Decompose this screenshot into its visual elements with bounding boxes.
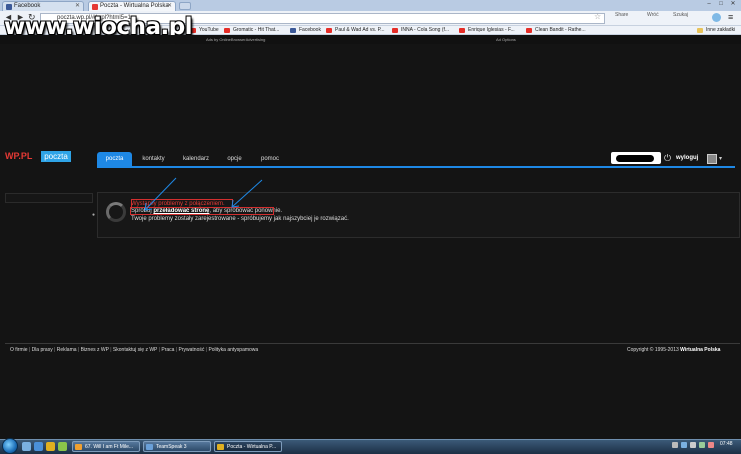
taskbar-label: TeamSpeak 3 xyxy=(156,444,187,450)
taskbar-button-chrome[interactable]: Poczta - Wirtualna P... xyxy=(214,441,282,452)
footer-links: O firmieDla prasyReklamaBiznes z WPSkont… xyxy=(10,347,258,353)
tray-icon[interactable] xyxy=(699,442,705,448)
annotation-arrow-1 xyxy=(144,177,177,211)
footer-link[interactable]: Reklama xyxy=(53,347,77,353)
start-button[interactable] xyxy=(2,438,18,454)
teamspeak-icon xyxy=(146,444,153,450)
footer-link[interactable]: Dla prasy xyxy=(28,347,53,353)
footer-link[interactable]: Polityka antyspamowa xyxy=(204,347,258,353)
annotation-arrow-2 xyxy=(231,179,263,208)
chrome-icon[interactable] xyxy=(46,442,55,451)
clock[interactable]: 07:48 xyxy=(720,441,733,447)
taskbar-button-media[interactable]: 67. Will I am Ft Mile... xyxy=(72,441,140,452)
footer-link[interactable]: Biznes z WP xyxy=(77,347,109,353)
chrome-icon xyxy=(217,444,224,450)
copyright-text: Copyright © 1995-2013 xyxy=(627,347,681,353)
taskbar-button-teamspeak[interactable]: TeamSpeak 3 xyxy=(143,441,211,452)
app-icon[interactable] xyxy=(58,442,67,451)
network-icon[interactable] xyxy=(681,442,687,448)
tray-icon[interactable] xyxy=(672,442,678,448)
annotation-arrows xyxy=(144,177,263,211)
footer-divider xyxy=(5,343,740,344)
volume-icon[interactable] xyxy=(690,442,696,448)
footer-link[interactable]: Skontaktuj się z WP xyxy=(109,347,157,353)
copyright-brand: Wirtualna Polska xyxy=(680,347,721,353)
taskbar-label: 67. Will I am Ft Mile... xyxy=(85,444,134,450)
taskbar-label: Poczta - Wirtualna P... xyxy=(227,444,277,450)
copyright: Copyright © 1995-2013 Wirtualna Polska xyxy=(627,347,720,353)
footer-link[interactable]: Prywatność xyxy=(174,347,204,353)
ie-icon[interactable] xyxy=(34,442,43,451)
footer-link[interactable]: Praca xyxy=(157,347,174,353)
show-desktop-icon[interactable] xyxy=(22,442,31,451)
footer-link[interactable]: O firmie xyxy=(10,347,28,353)
tray-icon[interactable] xyxy=(708,442,714,448)
media-icon xyxy=(75,444,82,450)
